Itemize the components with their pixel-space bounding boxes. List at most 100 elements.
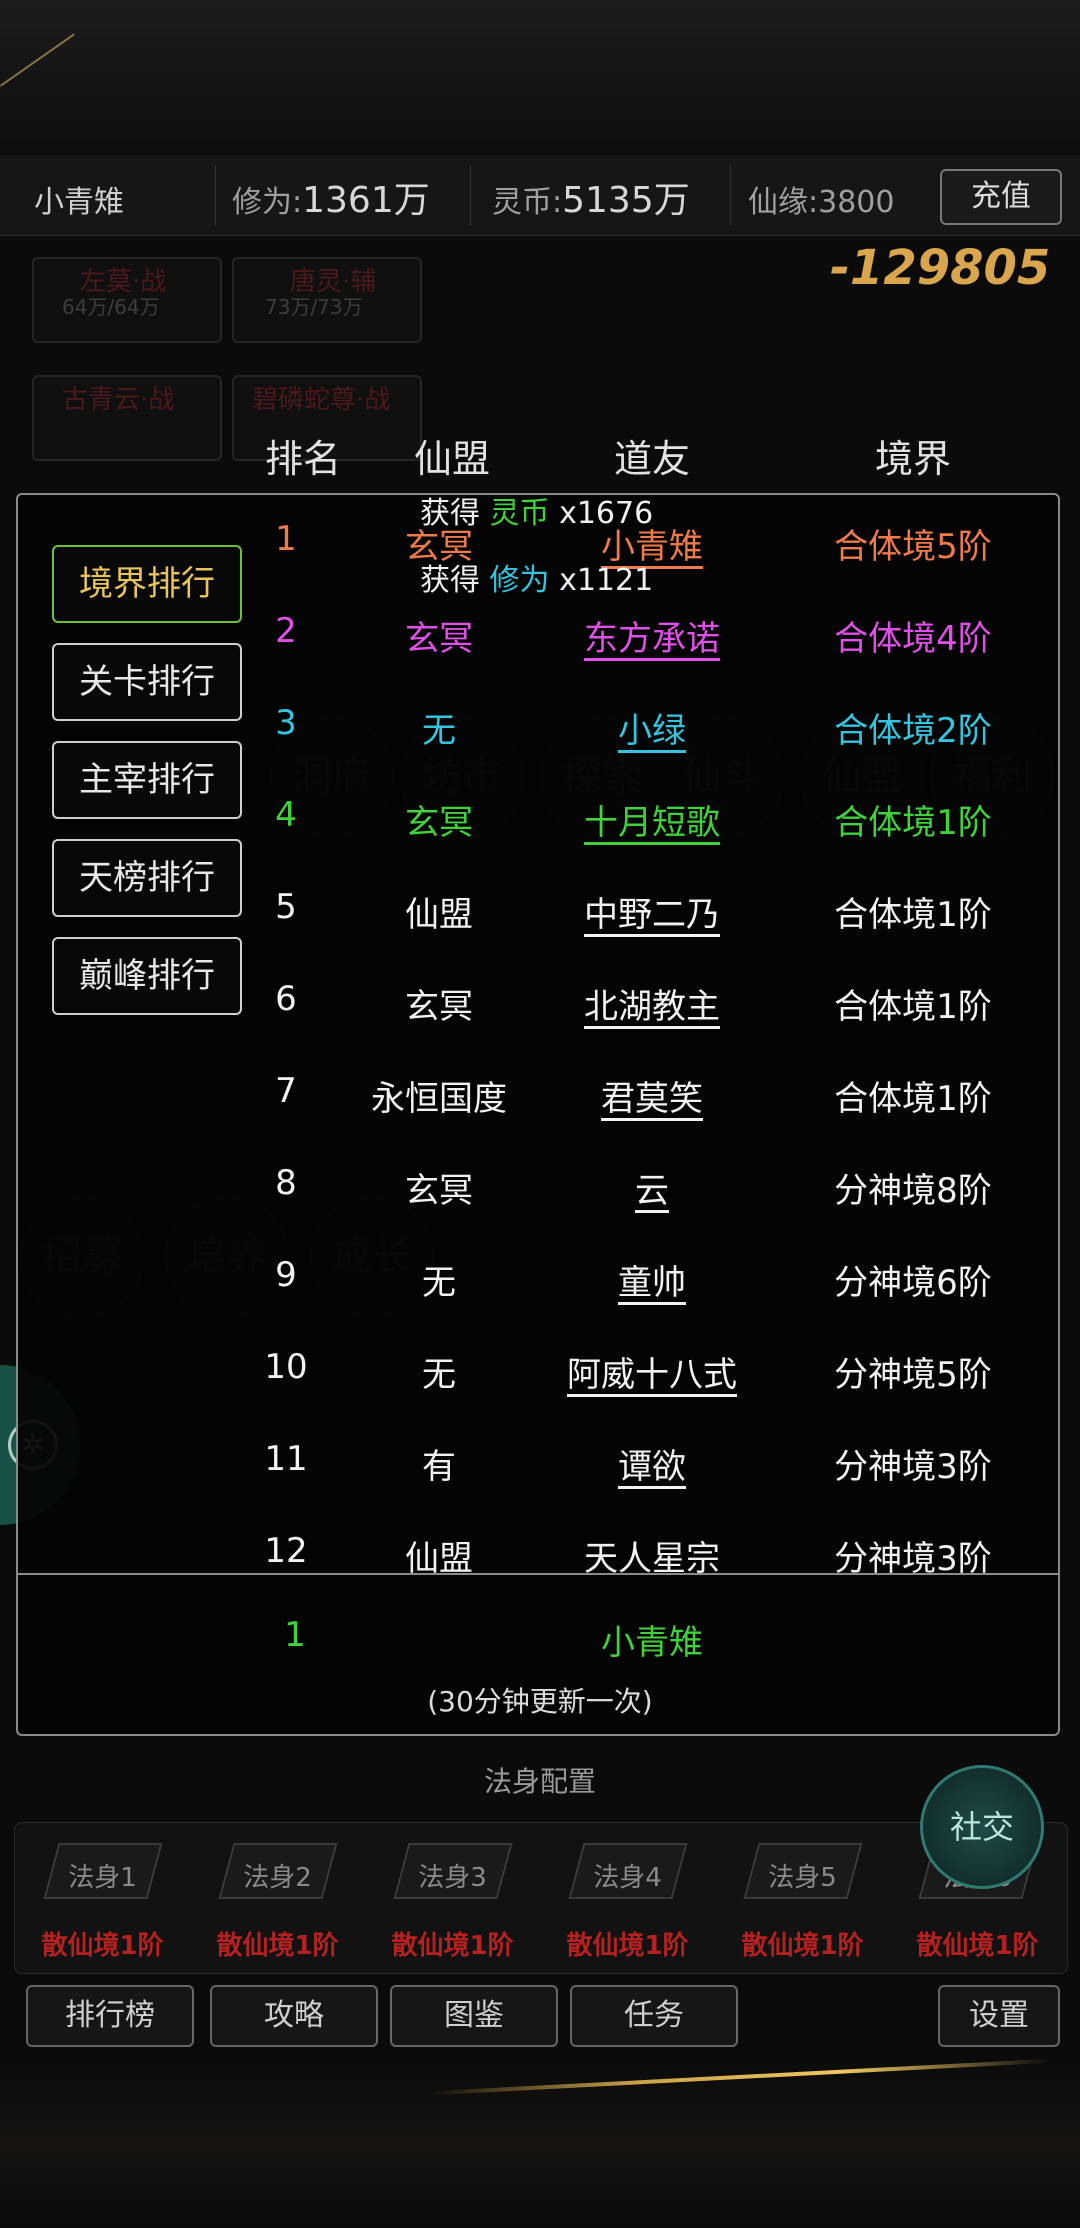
guild-name: 永恒国度 bbox=[371, 1079, 507, 1119]
rank-number: 9 bbox=[275, 1255, 297, 1295]
update-note: (30分钟更新一次) bbox=[427, 1685, 653, 1718]
realm-level: 合体境1阶 bbox=[834, 987, 992, 1027]
tasks-button[interactable]: 任务 bbox=[570, 1985, 738, 2047]
guild-name: 玄冥 bbox=[405, 1171, 473, 1211]
social-button[interactable]: 社交 bbox=[920, 1765, 1044, 1889]
tab-peak-ranking[interactable]: 巅峰排行 bbox=[52, 937, 242, 1015]
recharge-button[interactable]: 充值 bbox=[940, 169, 1062, 225]
fashen-slot-name: 法身1 bbox=[68, 1863, 137, 1893]
guild-name: 玄冥 bbox=[405, 803, 473, 843]
settings-button[interactable]: 设置 bbox=[938, 1985, 1060, 2047]
combat-power: -129805 bbox=[830, 240, 1051, 296]
friend-name-link[interactable]: 阿威十八式 bbox=[567, 1347, 737, 1396]
coin-label: 灵币: bbox=[492, 185, 563, 220]
guild-name: 无 bbox=[422, 711, 456, 751]
friend-name-link[interactable]: 童帅 bbox=[618, 1255, 686, 1304]
friend-name-link[interactable]: 十月短歌 bbox=[584, 795, 720, 844]
guild-name: 无 bbox=[422, 1355, 456, 1395]
rank-number: 6 bbox=[275, 979, 297, 1019]
guild-name: 无 bbox=[422, 1263, 456, 1303]
ranking-row[interactable]: 11 有 谭欲 分神境3阶 bbox=[16, 1413, 1060, 1505]
divider bbox=[215, 165, 216, 225]
fate-label: 仙缘: bbox=[748, 185, 819, 220]
friend-name-link[interactable]: 谭欲 bbox=[618, 1439, 686, 1488]
header-friend: 道友 bbox=[613, 437, 691, 481]
fashen-slot-realm: 散仙境1阶 bbox=[391, 1931, 514, 1961]
rank-number: 5 bbox=[275, 887, 297, 927]
ranking-row[interactable]: 10 无 阿威十八式 分神境5阶 bbox=[16, 1321, 1060, 1413]
reward-toast-cultivation: 获得 修为 x1121 bbox=[420, 555, 653, 605]
realm-level: 分神境5阶 bbox=[834, 1355, 992, 1395]
fashen-slot[interactable]: 法身1 散仙境1阶 bbox=[15, 1823, 190, 1962]
guild-name: 仙盟 bbox=[405, 1539, 473, 1573]
toast-item: 修为 bbox=[489, 563, 550, 598]
cultivation-label: 修为: bbox=[232, 185, 303, 220]
realm-level: 分神境6阶 bbox=[834, 1263, 992, 1303]
header-realm: 境界 bbox=[874, 437, 952, 481]
toast-amount: x1121 bbox=[559, 563, 654, 598]
rank-number: 1 bbox=[275, 519, 297, 559]
tab-sovereign-ranking[interactable]: 主宰排行 bbox=[52, 741, 242, 819]
friend-name-link[interactable]: 天人星宗 bbox=[584, 1531, 720, 1573]
fashen-slot-realm: 散仙境1阶 bbox=[741, 1931, 864, 1961]
realm-level: 分神境3阶 bbox=[834, 1539, 992, 1573]
tab-heaven-ranking[interactable]: 天榜排行 bbox=[52, 839, 242, 917]
team-member-hp: 73万/73万 bbox=[265, 295, 363, 319]
ranking-row[interactable]: 9 无 童帅 分神境6阶 bbox=[16, 1229, 1060, 1321]
friend-name-link[interactable]: 君莫笑 bbox=[601, 1071, 703, 1120]
friend-name-link[interactable]: 北湖教主 bbox=[584, 979, 720, 1028]
coin-stat: 灵币:5135万 bbox=[492, 171, 690, 223]
realm-level: 合体境2阶 bbox=[834, 711, 992, 751]
friend-name-link[interactable]: 云 bbox=[635, 1163, 669, 1212]
guide-button[interactable]: 攻略 bbox=[210, 1985, 378, 2047]
fashen-slot-realm: 散仙境1阶 bbox=[41, 1931, 164, 1961]
team-member-name: 古青云·战 bbox=[62, 385, 175, 415]
fashen-slot[interactable]: 法身3 散仙境1阶 bbox=[365, 1823, 540, 1962]
rank-number: 2 bbox=[275, 611, 297, 651]
rank-number: 12 bbox=[264, 1531, 308, 1571]
guild-name: 有 bbox=[422, 1447, 456, 1487]
friend-name-link[interactable]: 东方承诺 bbox=[584, 611, 720, 660]
player-name: 小青雉 bbox=[34, 185, 124, 220]
atlas-button[interactable]: 图鉴 bbox=[390, 1985, 558, 2047]
divider bbox=[470, 165, 471, 225]
realm-level: 合体境4阶 bbox=[834, 619, 992, 659]
team-member-hp: 64万/64万 bbox=[62, 295, 160, 319]
fashen-slots: 法身1 散仙境1阶 法身2 散仙境1阶 法身3 散仙境1阶 法身4 散仙境1阶 法身5 散… bbox=[14, 1822, 1068, 1974]
header-rank: 排名 bbox=[264, 437, 342, 481]
ranking-row[interactable]: 7 永恒国度 君莫笑 合体境1阶 bbox=[16, 1045, 1060, 1137]
tab-stage-ranking[interactable]: 关卡排行 bbox=[52, 643, 242, 721]
fashen-slot[interactable]: 法身5 散仙境1阶 bbox=[715, 1823, 890, 1962]
toast-prefix: 获得 bbox=[420, 563, 480, 598]
fashen-slot-name: 法身4 bbox=[593, 1863, 662, 1893]
fashen-slot-name: 法身3 bbox=[418, 1863, 487, 1893]
toast-item: 灵币 bbox=[489, 496, 550, 531]
friend-name-link[interactable]: 中野二乃 bbox=[584, 887, 720, 936]
tab-realm-ranking[interactable]: 境界排行 bbox=[52, 545, 242, 623]
fashen-slot-name: 法身5 bbox=[768, 1863, 837, 1893]
coin-value: 5135万 bbox=[562, 180, 690, 221]
rank-number: 3 bbox=[275, 703, 297, 743]
fate-stat: 仙缘:3800 bbox=[748, 177, 894, 221]
realm-level: 分神境8阶 bbox=[834, 1171, 992, 1211]
fashen-slot[interactable]: 法身4 散仙境1阶 bbox=[540, 1823, 715, 1962]
friend-name-link[interactable]: 小绿 bbox=[618, 703, 686, 752]
guild-name: 玄冥 bbox=[405, 619, 473, 659]
realm-level: 合体境1阶 bbox=[834, 803, 992, 843]
toast-prefix: 获得 bbox=[420, 496, 480, 531]
rank-number: 11 bbox=[264, 1439, 308, 1479]
ranking-row[interactable]: 12 仙盟 天人星宗 分神境3阶 bbox=[16, 1505, 1060, 1573]
rank-number: 10 bbox=[264, 1347, 308, 1387]
fashen-slot-realm: 散仙境1阶 bbox=[566, 1931, 689, 1961]
fashen-config-title: 法身配置 bbox=[483, 1765, 596, 1798]
ranking-button[interactable]: 排行榜 bbox=[26, 1985, 194, 2047]
status-bar: 小青雉 修为:1361万 灵币:5135万 仙缘:3800 充值 bbox=[0, 155, 1080, 236]
my-player-name: 小青雉 bbox=[601, 1623, 703, 1663]
reward-toast-coin: 获得 灵币 x1676 bbox=[420, 488, 653, 538]
realm-level: 分神境3阶 bbox=[834, 1447, 992, 1487]
ranking-row[interactable]: 8 玄冥 云 分神境8阶 bbox=[16, 1137, 1060, 1229]
rank-number: 8 bbox=[275, 1163, 297, 1203]
fashen-slot[interactable]: 法身2 散仙境1阶 bbox=[190, 1823, 365, 1962]
toast-amount: x1676 bbox=[559, 496, 654, 531]
team-member-name: 碧磷蛇尊·战 bbox=[252, 385, 391, 415]
